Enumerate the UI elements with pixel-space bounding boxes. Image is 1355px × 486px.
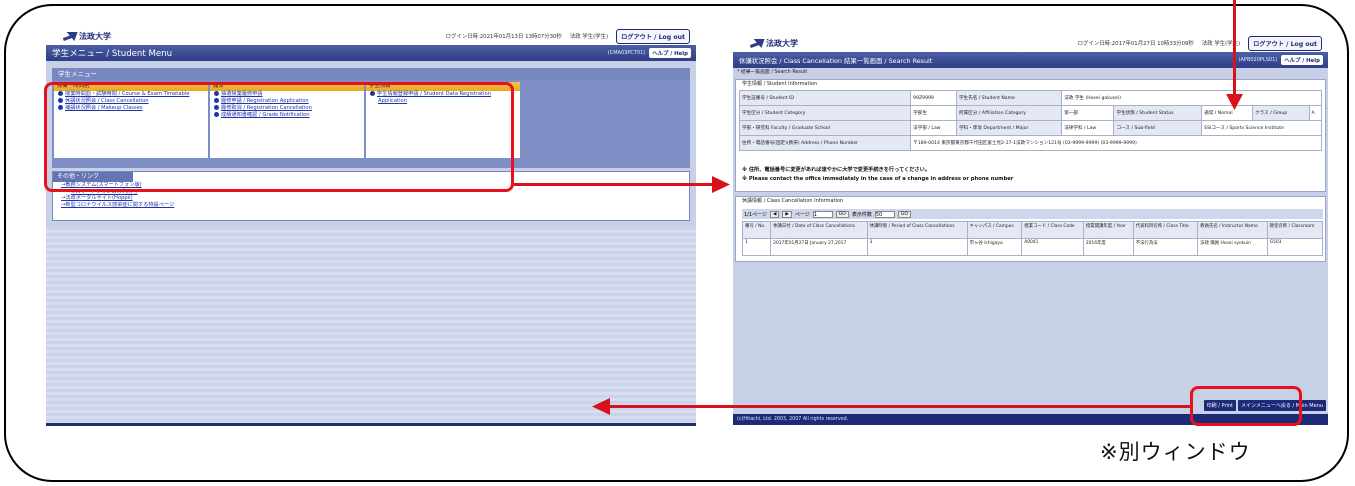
- cancellation-table: 番号 / No. 休講日付 / Date of Class Cancellati…: [741, 221, 1324, 256]
- breadcrumb: * 結果一覧画面 / Search Result: [733, 68, 1328, 77]
- university-logo-icon: [741, 37, 763, 49]
- highlight-main-menu-button: [1190, 386, 1302, 426]
- login-time: ログイン日時:2021年01月13日 13時07分30秒: [445, 34, 562, 40]
- page-title-bar: 学生メニュー / Student Menu (CMA03PCT01) ヘルプ /…: [46, 45, 696, 61]
- section-title: 休講情報 / Class Cancellation Information: [742, 198, 844, 204]
- background-stripes: [46, 227, 696, 423]
- section-title: 学生情報 / Student Information: [742, 81, 818, 87]
- logo-text: 法政大学: [79, 31, 111, 41]
- user-name: 法政 学生(学生): [569, 34, 609, 40]
- notice-ja: ※ 住所、電話番号に変更があれば速やかに大学で変更手続きを行ってください。: [742, 167, 930, 173]
- table-row: 1 2017年01月27日 January 27,2017 3 市ヶ谷 Ichi…: [741, 238, 1324, 256]
- per-page-select[interactable]: 50: [874, 210, 895, 218]
- page-title: 休講状況照会 / Class Cancellation 結果一覧画面 / Sea…: [739, 56, 933, 65]
- logo: 法政大学: [733, 37, 823, 49]
- screen-code: (APB020PLS01): [1238, 57, 1278, 63]
- pager: 1/1ページ ◀ ▶ ページ 1 GO 表示件数 50 GO: [742, 209, 1323, 219]
- logout-button[interactable]: ログアウト / Log out: [1248, 35, 1322, 51]
- cancellation-section: 休講情報 / Class Cancellation Information 1/…: [735, 196, 1326, 262]
- help-button[interactable]: ヘルプ / Help: [1281, 55, 1323, 65]
- next-page-button[interactable]: ▶: [782, 210, 792, 218]
- notice-en: ※ Please contact the office immediately …: [742, 176, 1014, 182]
- page-title-bar: 休講状況照会 / Class Cancellation 結果一覧画面 / Sea…: [733, 52, 1328, 68]
- arrow-back-to-left-window: [606, 405, 1190, 408]
- arrow-head-down-icon: [1226, 94, 1243, 110]
- top-bar: 法政大学 ログイン日時:2017年01月27日 10時33分09秒 法政 学生(…: [733, 34, 1328, 52]
- go-button-2[interactable]: GO: [897, 210, 911, 218]
- arrow-down-line: [1233, 0, 1236, 96]
- prev-page-button[interactable]: ◀: [769, 210, 780, 218]
- arrow-head-right-icon: [712, 176, 730, 193]
- screen-code: (CMA03PCT01): [607, 50, 646, 56]
- login-time: ログイン日時:2017年01月27日 10時33分09秒: [1077, 41, 1194, 47]
- go-button[interactable]: GO: [835, 210, 849, 218]
- arrow-head-left-icon: [592, 398, 610, 415]
- logout-button[interactable]: ログアウト / Log out: [616, 28, 690, 44]
- logo: 法政大学: [46, 30, 136, 42]
- highlight-menu-columns: [44, 82, 514, 192]
- menu-header: 学生メニュー: [52, 68, 690, 80]
- arrow-to-right-window: [514, 183, 714, 186]
- help-button[interactable]: ヘルプ / Help: [649, 48, 691, 58]
- separate-window-caption: ※別ウィンドウ: [1100, 440, 1251, 464]
- link-covid-page[interactable]: →新型コロナウイルス感染症に関する特設ページ: [53, 202, 689, 209]
- top-bar: 法政大学 ログイン日時:2021年01月13日 13時07分30秒 法政 学生(…: [46, 27, 696, 45]
- university-logo-icon: [54, 30, 76, 42]
- class-cancellation-window: 法政大学 ログイン日時:2017年01月27日 10時33分09秒 法政 学生(…: [733, 34, 1328, 425]
- page-title: 学生メニュー / Student Menu: [52, 49, 173, 59]
- logo-text: 法政大学: [766, 38, 798, 48]
- page-input[interactable]: 1: [812, 210, 833, 218]
